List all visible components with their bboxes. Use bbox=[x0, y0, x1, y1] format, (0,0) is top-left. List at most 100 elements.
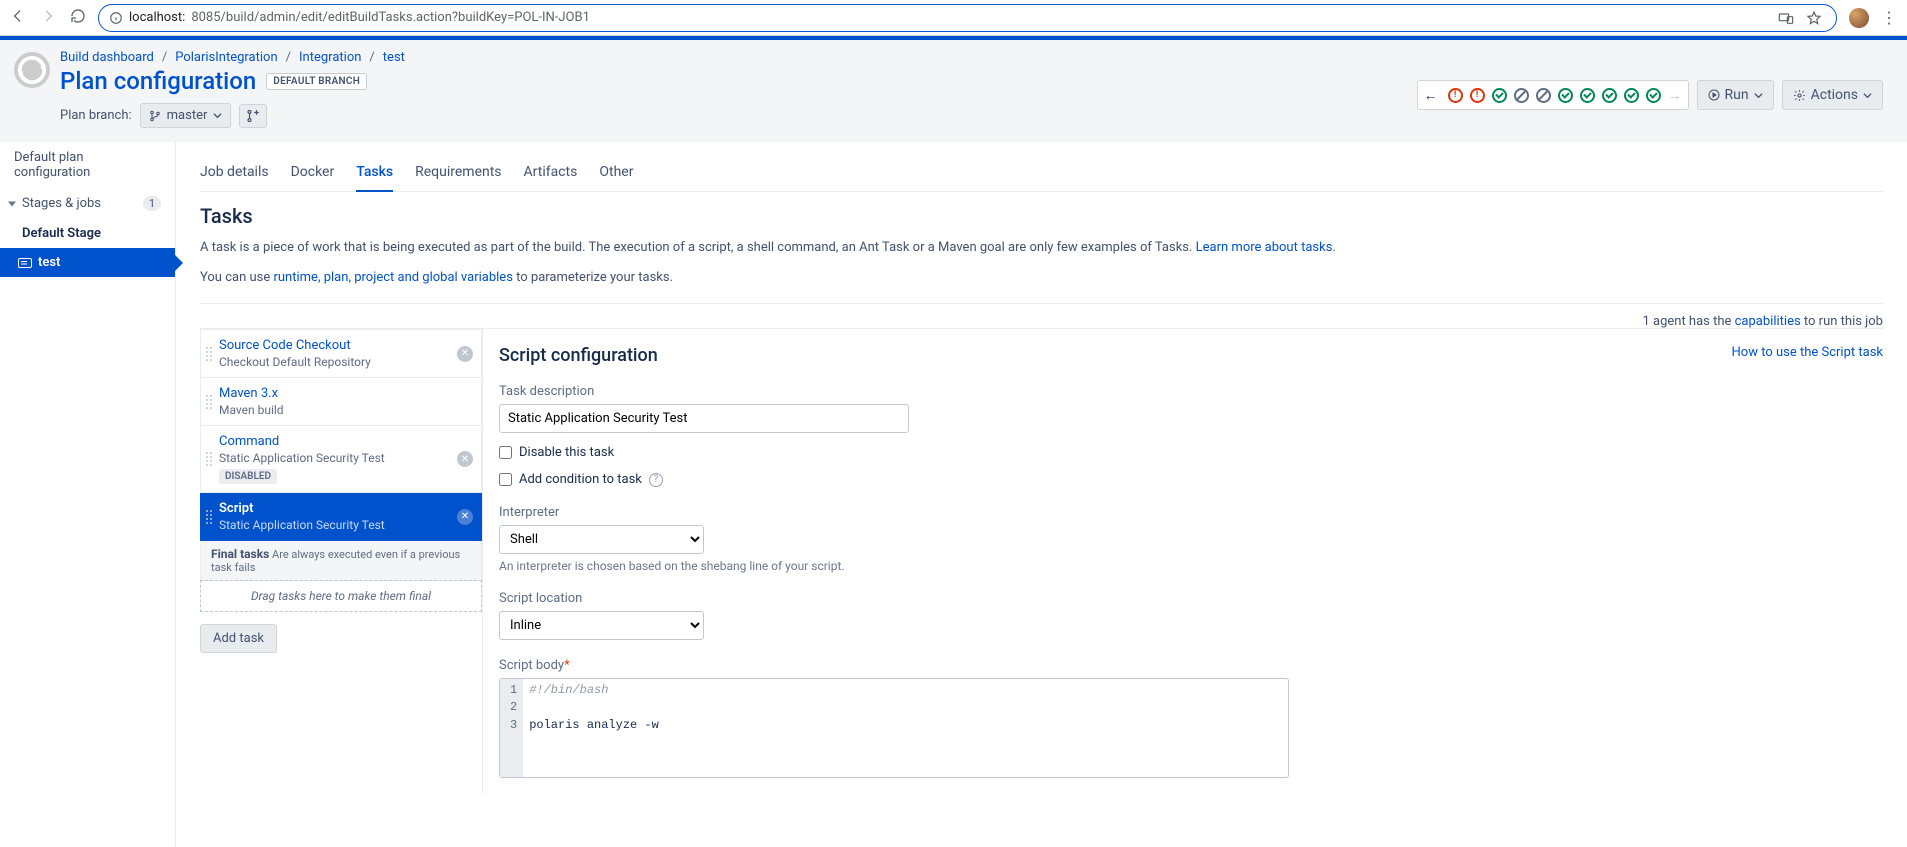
app-logo[interactable] bbox=[14, 52, 50, 88]
build-status-pass-icon[interactable] bbox=[1492, 88, 1507, 103]
build-status-pass-icon[interactable] bbox=[1558, 88, 1573, 103]
interpreter-label: Interpreter bbox=[499, 505, 1883, 520]
section-title: Tasks bbox=[200, 204, 1883, 228]
build-status-pass-icon[interactable] bbox=[1646, 88, 1661, 103]
drag-handle-icon[interactable] bbox=[205, 509, 213, 525]
breadcrumb-link[interactable]: Build dashboard bbox=[60, 50, 154, 65]
branch-selector[interactable]: master bbox=[140, 103, 232, 128]
tab-docker[interactable]: Docker bbox=[291, 156, 335, 191]
forward-icon[interactable] bbox=[40, 8, 56, 28]
form-title: Script configuration bbox=[499, 345, 658, 366]
sidebar-stage-label[interactable]: Default Stage bbox=[0, 219, 175, 248]
script-body-label: Script body* bbox=[499, 658, 1883, 673]
how-to-link[interactable]: How to use the Script task bbox=[1732, 345, 1883, 360]
play-icon bbox=[1708, 89, 1720, 101]
branch-icon bbox=[149, 110, 161, 122]
build-status-pass-icon[interactable] bbox=[1624, 88, 1639, 103]
task-description-input[interactable] bbox=[499, 404, 909, 433]
line-gutter: 123 bbox=[500, 679, 523, 777]
task-item-maven[interactable]: Maven 3.x Maven build bbox=[200, 378, 482, 426]
status-back-icon[interactable]: ← bbox=[1424, 87, 1441, 104]
side-nav: Default plan configuration Stages & jobs… bbox=[0, 142, 176, 847]
final-tasks-header: Final tasks Are always executed even if … bbox=[200, 541, 482, 581]
run-button[interactable]: Run bbox=[1697, 80, 1774, 110]
build-status-skip-icon[interactable] bbox=[1536, 88, 1551, 103]
script-body-editor[interactable]: 123 #!/bin/bash polaris analyze -w bbox=[499, 678, 1289, 778]
breadcrumb-link[interactable]: PolarisIntegration bbox=[175, 50, 277, 65]
breadcrumb-link[interactable]: Integration bbox=[299, 50, 361, 65]
script-location-label: Script location bbox=[499, 591, 1883, 606]
drag-handle-icon[interactable] bbox=[205, 394, 213, 410]
build-status-skip-icon[interactable] bbox=[1514, 88, 1529, 103]
create-branch-button[interactable] bbox=[239, 104, 267, 128]
task-list: Source Code Checkout Checkout Default Re… bbox=[200, 329, 483, 794]
add-condition-checkbox[interactable] bbox=[499, 473, 512, 486]
chevron-down-icon bbox=[213, 111, 222, 120]
build-status-fail-icon[interactable] bbox=[1448, 88, 1463, 103]
disabled-tag: DISABLED bbox=[219, 469, 277, 484]
info-icon bbox=[109, 11, 123, 25]
kebab-icon[interactable]: ⋮ bbox=[1881, 8, 1897, 27]
capabilities-link[interactable]: capabilities bbox=[1735, 314, 1801, 329]
main-content: Job details Docker Tasks Requirements Ar… bbox=[176, 142, 1907, 847]
tab-artifacts[interactable]: Artifacts bbox=[524, 156, 578, 191]
sidebar-job-item[interactable]: test bbox=[0, 248, 175, 277]
stages-count-badge: 1 bbox=[143, 196, 161, 211]
variables-link[interactable]: runtime, plan, project and global variab… bbox=[273, 270, 512, 285]
chevron-down-icon bbox=[1754, 91, 1763, 100]
breadcrumb-link[interactable]: test bbox=[383, 50, 405, 65]
delete-task-icon[interactable]: ✕ bbox=[457, 509, 473, 525]
status-forward-icon: → bbox=[1668, 87, 1682, 104]
back-icon[interactable] bbox=[10, 8, 26, 28]
drag-handle-icon[interactable] bbox=[205, 346, 213, 362]
agent-capabilities-text: 1 agent has the capabilities to run this… bbox=[200, 303, 1883, 329]
browser-toolbar: localhost:8085/build/admin/edit/editBuil… bbox=[0, 0, 1907, 36]
url-bar[interactable]: localhost:8085/build/admin/edit/editBuil… bbox=[98, 4, 1837, 32]
devices-icon[interactable] bbox=[1778, 11, 1794, 25]
task-desc-label: Task description bbox=[499, 384, 1883, 399]
tabs: Job details Docker Tasks Requirements Ar… bbox=[200, 156, 1883, 192]
final-tasks-dropzone[interactable]: Drag tasks here to make them final bbox=[200, 580, 482, 612]
code-body[interactable]: #!/bin/bash polaris analyze -w bbox=[523, 679, 1288, 777]
interpreter-select[interactable]: Shell bbox=[499, 525, 704, 554]
plan-branch-label: Plan branch: bbox=[60, 108, 132, 123]
delete-task-icon[interactable]: ✕ bbox=[457, 451, 473, 467]
actions-button[interactable]: Actions bbox=[1782, 80, 1883, 110]
branch-badge: DEFAULT BRANCH bbox=[266, 73, 367, 90]
sidebar-item-stages-jobs[interactable]: Stages & jobs 1 bbox=[0, 188, 175, 219]
page-title: Plan configuration bbox=[60, 67, 256, 95]
reload-icon[interactable] bbox=[70, 8, 86, 28]
interpreter-hint: An interpreter is chosen based on the sh… bbox=[499, 559, 1883, 573]
add-condition-label: Add condition to task bbox=[519, 472, 642, 487]
disable-task-checkbox[interactable] bbox=[499, 446, 512, 459]
tab-tasks[interactable]: Tasks bbox=[356, 156, 393, 192]
sidebar-item-plan-config[interactable]: Default plan configuration bbox=[0, 142, 175, 188]
tab-job-details[interactable]: Job details bbox=[200, 156, 269, 191]
tasks-description: A task is a piece of work that is being … bbox=[200, 238, 1883, 258]
task-item-command[interactable]: Command Static Application Security Test… bbox=[200, 426, 482, 493]
tab-requirements[interactable]: Requirements bbox=[415, 156, 501, 191]
task-config-form: Script configuration How to use the Scri… bbox=[483, 329, 1883, 794]
profile-avatar[interactable] bbox=[1849, 8, 1869, 28]
star-icon[interactable] bbox=[1806, 10, 1822, 26]
delete-task-icon[interactable]: ✕ bbox=[457, 346, 473, 362]
add-task-button[interactable]: Add task bbox=[200, 624, 277, 653]
script-location-select[interactable]: Inline bbox=[499, 611, 704, 640]
variables-hint: You can use runtime, plan, project and g… bbox=[200, 268, 1883, 288]
help-icon[interactable]: ? bbox=[649, 473, 663, 487]
learn-more-link[interactable]: Learn more about tasks. bbox=[1196, 240, 1336, 255]
build-status-pass-icon[interactable] bbox=[1602, 88, 1617, 103]
build-status-strip: ← → bbox=[1417, 80, 1689, 110]
build-status-fail-icon[interactable] bbox=[1470, 88, 1485, 103]
task-item-source-checkout[interactable]: Source Code Checkout Checkout Default Re… bbox=[200, 329, 482, 378]
page-header: Build dashboard/ PolarisIntegration/ Int… bbox=[0, 40, 1907, 142]
task-item-script[interactable]: Script Static Application Security Test … bbox=[200, 493, 482, 541]
tab-other[interactable]: Other bbox=[599, 156, 633, 191]
chevron-down-icon bbox=[1863, 91, 1872, 100]
drag-handle-icon[interactable] bbox=[205, 451, 213, 467]
breadcrumb: Build dashboard/ PolarisIntegration/ Int… bbox=[60, 50, 1417, 65]
gear-icon bbox=[1793, 89, 1806, 102]
url-path: 8085/build/admin/edit/editBuildTasks.act… bbox=[191, 10, 590, 25]
build-status-pass-icon[interactable] bbox=[1580, 88, 1595, 103]
job-icon bbox=[18, 258, 32, 268]
